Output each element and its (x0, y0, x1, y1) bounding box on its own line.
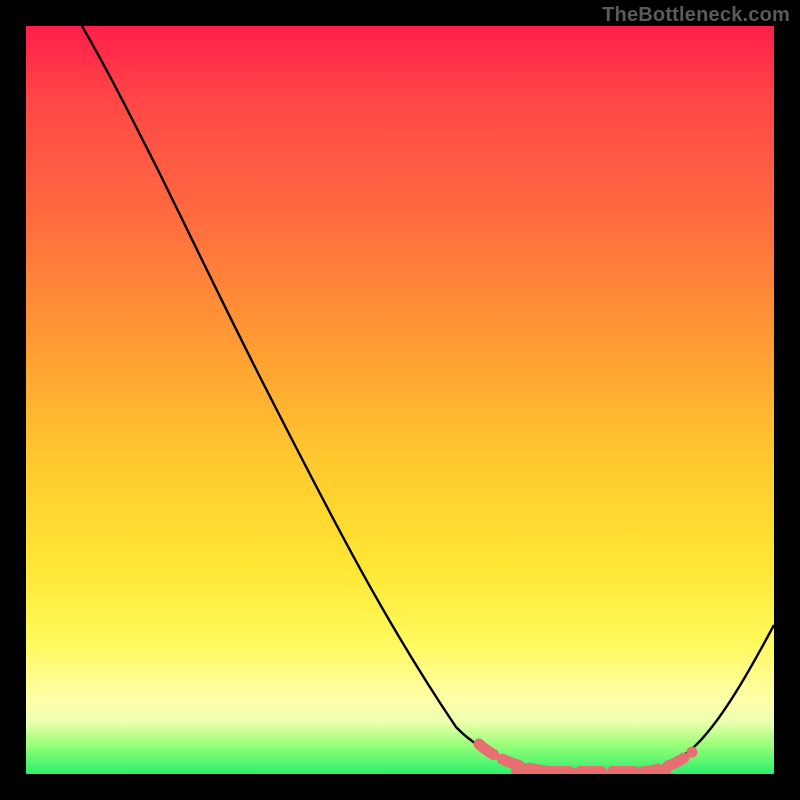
chart-frame: TheBottleneck.com (0, 0, 800, 800)
gradient-plot-area (26, 26, 774, 774)
curve-path (82, 26, 774, 774)
watermark-text: TheBottleneck.com (602, 4, 790, 27)
bottleneck-curve (26, 26, 774, 774)
